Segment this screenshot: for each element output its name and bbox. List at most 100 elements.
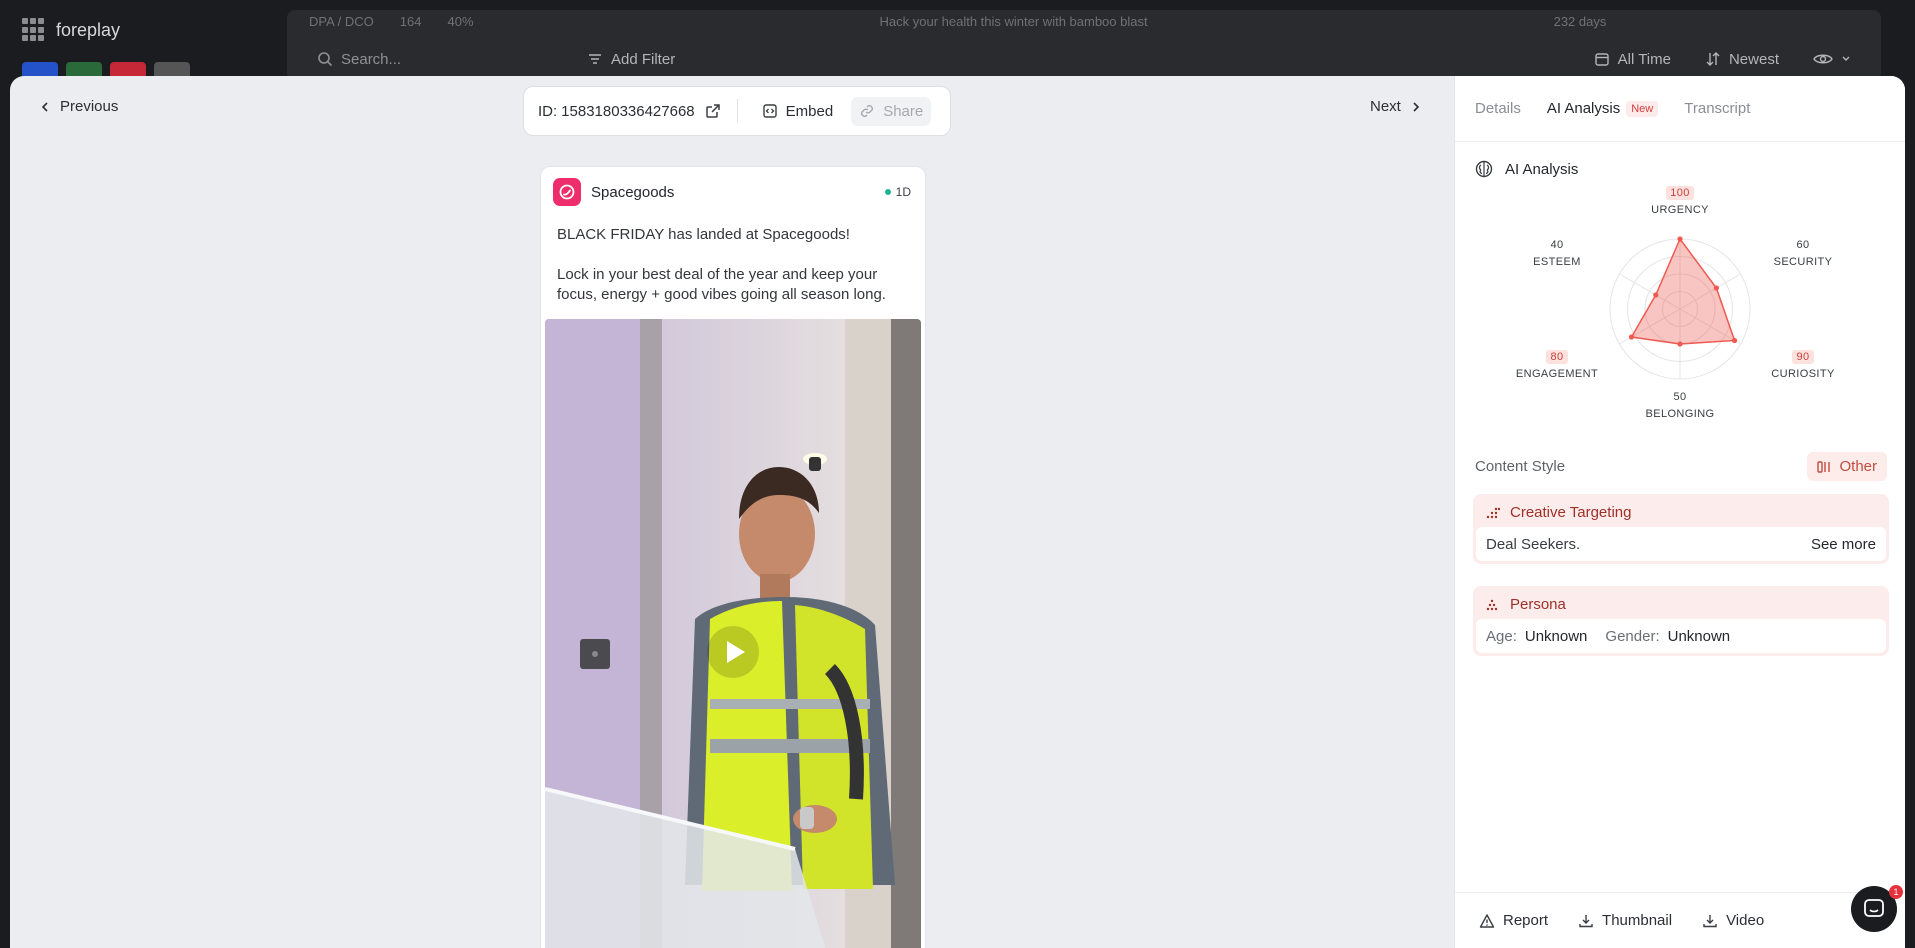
radar-axis-label: CURIOSITY <box>1771 368 1835 380</box>
calendar-icon <box>1594 53 1609 66</box>
ad-copy: BLACK FRIDAY has landed at Spacegoods! L… <box>541 217 925 305</box>
row-headline: Hack your health this winter with bamboo… <box>879 13 1148 29</box>
persona-title: Persona <box>1510 595 1566 613</box>
radar-axis-label: ENGAGEMENT <box>1515 368 1599 380</box>
eye-icon <box>1813 54 1833 64</box>
share-button[interactable]: Share <box>851 96 932 126</box>
radar-label-belonging: 50 BELONGING <box>1635 390 1725 420</box>
sort-icon <box>1706 52 1720 66</box>
live-dot-icon <box>884 189 891 195</box>
content-style-value: Other <box>1839 458 1877 475</box>
row-percent: 40% <box>447 13 474 29</box>
chevron-right-icon <box>1413 101 1419 112</box>
embed-label: Embed <box>785 102 834 120</box>
radar-point-security <box>1713 285 1719 291</box>
creative-targeting-value: Deal Seekers. <box>1486 535 1581 553</box>
app-logo: foreplay <box>22 18 120 42</box>
sort-label: Newest <box>1728 50 1779 68</box>
dots-scatter-icon <box>1486 599 1498 611</box>
spacegoods-logo-icon <box>559 184 575 200</box>
radar-value: 50 <box>1673 391 1687 403</box>
persona-header: Persona <box>1476 589 1886 619</box>
report-label: Report <box>1503 912 1549 929</box>
creative-targeting-body: Deal Seekers. See more <box>1476 527 1886 561</box>
next-button[interactable]: Next <box>1370 98 1421 115</box>
layout-icon <box>1817 460 1831 473</box>
radar-axis-label: ESTEEM <box>1533 256 1581 268</box>
tab-details[interactable]: Details <box>1475 100 1521 117</box>
view-toggle[interactable] <box>1813 52 1851 66</box>
external-link-icon[interactable] <box>705 103 721 119</box>
chevron-left-icon <box>41 101 48 112</box>
radar-label-urgency: 100 URGENCY <box>1635 186 1725 216</box>
background-row: DPA / DCO 164 40% Hack your health this … <box>309 10 1606 32</box>
ad-copy-line: BLACK FRIDAY has landed at Spacegoods! <box>557 226 850 243</box>
previous-label: Previous <box>60 98 119 115</box>
brand-name: foreplay <box>56 19 121 40</box>
panel-footer: Report Thumbnail Video <box>1455 892 1905 948</box>
background-panel: DPA / DCO 164 40% Hack your health this … <box>287 10 1881 80</box>
search-field[interactable]: Search... <box>317 51 587 68</box>
see-more-link[interactable]: See more <box>1811 536 1876 553</box>
panel-tabs: Details AI Analysis New Transcript <box>1455 76 1905 142</box>
ad-id-value: 1583180336427668 <box>561 102 695 120</box>
video-label: Video <box>1726 912 1765 929</box>
radar-value: 60 <box>1796 239 1810 251</box>
radar-axis-label: SECURITY <box>1773 256 1833 268</box>
row-format: DPA / DCO <box>309 13 374 29</box>
ad-header: Spacegoods 1D <box>541 167 925 217</box>
age-label: Age: <box>1486 627 1517 645</box>
background-avatars <box>22 62 190 76</box>
add-filter-button[interactable]: Add Filter <box>587 51 675 68</box>
chat-icon <box>1864 899 1884 917</box>
radar-axis-label: BELONGING <box>1645 408 1715 420</box>
link-icon <box>861 105 874 117</box>
share-label: Share <box>883 102 924 120</box>
tab-ai-analysis[interactable]: AI Analysis New <box>1546 100 1659 117</box>
background-toolbar: Search... Add Filter All Time Newest <box>287 38 1881 80</box>
thumbnail-download-button[interactable]: Thumbnail <box>1578 912 1672 929</box>
previous-button[interactable]: Previous <box>40 98 118 115</box>
brain-icon <box>1475 160 1493 178</box>
sort-select[interactable]: Newest <box>1705 51 1779 68</box>
ai-analysis-title: AI Analysis <box>1505 160 1579 178</box>
creative-targeting-title: Creative Targeting <box>1510 503 1632 521</box>
next-label: Next <box>1370 98 1401 115</box>
persona-body: Age: Unknown Gender: Unknown <box>1476 619 1886 653</box>
brand-avatar <box>553 178 581 206</box>
embed-button[interactable]: Embed <box>754 97 842 126</box>
time-range-label: All Time <box>1617 50 1671 68</box>
video-download-button[interactable]: Video <box>1702 912 1764 929</box>
ad-running-badge: 1D <box>884 185 911 199</box>
gender-value: Unknown <box>1667 627 1731 645</box>
radar-point-belonging <box>1677 341 1683 347</box>
radar-value: 100 <box>1666 186 1694 200</box>
gender-label: Gender: <box>1605 627 1660 645</box>
ad-video[interactable] <box>545 319 921 948</box>
radar-label-security: 60 SECURITY <box>1758 238 1848 268</box>
content-style-chip[interactable]: Other <box>1807 452 1887 481</box>
tab-transcript[interactable]: Transcript <box>1684 100 1750 117</box>
radar-point-curiosity <box>1731 337 1738 344</box>
radar-area <box>1630 237 1736 345</box>
time-range-select[interactable]: All Time <box>1594 51 1671 68</box>
ad-id-bar: ID: 1583180336427668 Embed Share <box>523 86 951 136</box>
dots-grid-icon <box>1486 507 1500 519</box>
tab-ai-analysis-label: AI Analysis <box>1546 100 1621 117</box>
search-placeholder: Search... <box>341 50 402 68</box>
video-thumbnail <box>545 319 921 948</box>
radar-value: 80 <box>1546 350 1568 364</box>
logo-icon <box>22 18 46 42</box>
download-icon <box>1703 914 1717 927</box>
thumbnail-label: Thumbnail <box>1602 912 1673 929</box>
radar-label-engagement: 80 ENGAGEMENT <box>1512 350 1602 380</box>
radar-axis-label: URGENCY <box>1651 204 1709 216</box>
radar-value: 40 <box>1550 239 1564 251</box>
ad-running-duration: 1D <box>895 185 911 199</box>
creative-targeting-header: Creative Targeting <box>1476 497 1886 527</box>
search-icon <box>318 52 333 67</box>
ad-brand-name[interactable]: Spacegoods <box>591 184 674 201</box>
row-count: 164 <box>399 13 422 29</box>
chevron-down-icon <box>1842 56 1850 61</box>
report-button[interactable]: Report <box>1479 912 1548 929</box>
